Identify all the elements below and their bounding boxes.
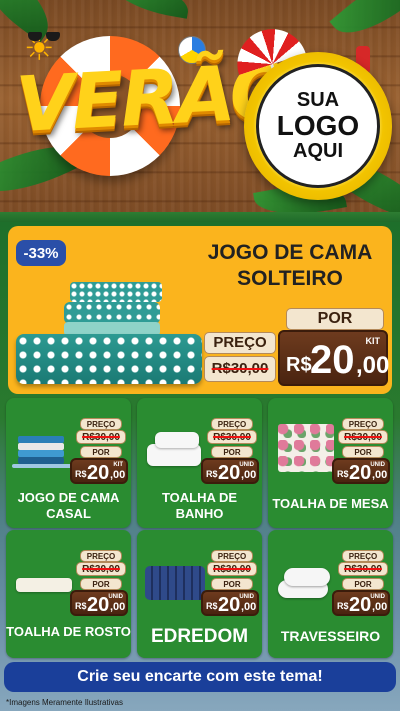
price-label: PREÇO xyxy=(211,418,253,430)
price-unit: UNID xyxy=(108,594,123,600)
product-card[interactable]: PREÇO R$30,00 POR R$ 20 ,00 UNID EDREDOM xyxy=(137,530,262,658)
por-label: POR xyxy=(211,578,253,590)
bed-sheets-icon xyxy=(12,418,72,468)
duvet-icon xyxy=(143,550,205,600)
price-unit: UNID xyxy=(239,594,254,600)
price-cents: ,00 xyxy=(110,469,126,481)
face-towel-icon xyxy=(12,550,72,600)
product-card[interactable]: PREÇO R$30,00 POR R$ 20 ,00 UNID TOALHA … xyxy=(137,398,262,528)
new-price: R$ 20 ,00 UNID xyxy=(70,590,128,616)
price-integer: 20 xyxy=(87,594,110,616)
logo-placeholder[interactable]: SUA LOGO AQUI xyxy=(256,64,380,188)
featured-product-title: JOGO DE CAMA SOLTEIRO xyxy=(207,241,373,291)
create-flyer-button[interactable]: Crie seu encarte com este tema! xyxy=(4,662,396,692)
sunglasses-icon xyxy=(28,32,62,42)
header-banner: ☀ VERÃO SUA LOGO AQUI xyxy=(0,0,400,218)
por-label: POR xyxy=(211,446,253,458)
old-price: R$30,00 xyxy=(76,430,126,444)
new-price: R$ 20 ,00 UNID xyxy=(201,458,259,484)
currency-symbol: R$ xyxy=(286,354,312,376)
price-cents: ,00 xyxy=(110,601,126,613)
price-label: PREÇO xyxy=(342,550,384,562)
old-price: R$30,00 xyxy=(76,562,126,576)
palm-leaf-icon xyxy=(108,0,192,19)
price-label: PREÇO xyxy=(342,418,384,430)
product-name: TRAVESSEIRO xyxy=(280,628,381,644)
product-card[interactable]: PREÇO R$30,00 POR R$ 20 ,00 KIT JOGO DE … xyxy=(6,398,131,528)
price-cents: ,00 xyxy=(241,601,257,613)
new-price: R$ 20 ,00 KIT xyxy=(70,458,128,484)
product-name: TOALHA DE ROSTO xyxy=(6,624,131,639)
price-unit: KIT xyxy=(113,462,123,468)
product-card[interactable]: PREÇO R$30,00 POR R$ 20 ,00 UNID TOALHA … xyxy=(268,398,393,528)
price-unit: UNID xyxy=(370,594,385,600)
price-unit: UNID xyxy=(370,462,385,468)
price-cents: ,00 xyxy=(372,601,388,613)
price-label: PREÇO xyxy=(80,550,122,562)
product-name: TOALHA DE MESA xyxy=(272,496,389,511)
disclaimer-footnote: *Imagens Meramente Ilustrativas xyxy=(6,698,123,707)
por-label: POR xyxy=(286,308,384,330)
price-cents: ,00 xyxy=(372,469,388,481)
new-price: R$ 20 ,00 UNID xyxy=(332,590,390,616)
currency-symbol: R$ xyxy=(337,469,349,479)
price-label: PREÇO xyxy=(204,332,276,354)
price-unit: KIT xyxy=(365,336,381,346)
featured-product-card[interactable]: -33% JOGO DE CAMA SOLTEIRO PREÇO R$30,00… xyxy=(8,226,392,394)
old-price: R$30,00 xyxy=(338,430,388,444)
price-integer: 20 xyxy=(310,338,355,382)
bed-sheets-icon xyxy=(16,276,206,386)
old-price: R$30,00 xyxy=(207,562,257,576)
por-label: POR xyxy=(80,446,122,458)
old-price: R$30,00 xyxy=(338,562,388,576)
por-label: POR xyxy=(80,578,122,590)
pillow-icon xyxy=(274,550,334,600)
logo-line-3: AQUI xyxy=(293,139,343,162)
currency-symbol: R$ xyxy=(75,469,87,479)
por-label: POR xyxy=(342,578,384,590)
price-integer: 20 xyxy=(218,594,241,616)
product-name: JOGO DE CAMA CASAL xyxy=(17,490,120,521)
palm-leaf-icon xyxy=(329,0,400,51)
price-unit: UNID xyxy=(239,462,254,468)
price-integer: 20 xyxy=(349,462,372,484)
product-name: EDREDOM xyxy=(150,626,249,647)
new-price: R$ 20 ,00 UNID xyxy=(201,590,259,616)
old-price: R$30,00 xyxy=(207,430,257,444)
product-card[interactable]: PREÇO R$30,00 POR R$ 20 ,00 UNID TOALHA … xyxy=(6,530,131,658)
por-label: POR xyxy=(342,446,384,458)
tablecloth-icon xyxy=(274,418,334,472)
new-price: R$ 20 ,00 UNID xyxy=(332,458,390,484)
currency-symbol: R$ xyxy=(337,601,349,611)
price-cents: ,00 xyxy=(356,352,390,379)
bath-towel-icon xyxy=(143,418,203,468)
price-cents: ,00 xyxy=(241,469,257,481)
price-label: PREÇO xyxy=(211,550,253,562)
price-integer: 20 xyxy=(349,594,372,616)
product-card[interactable]: PREÇO R$30,00 POR R$ 20 ,00 UNID TRAVESS… xyxy=(268,530,393,658)
product-name: TOALHA DE BANHO xyxy=(161,490,238,521)
price-integer: 20 xyxy=(218,462,241,484)
currency-symbol: R$ xyxy=(206,601,218,611)
discount-badge: -33% xyxy=(16,240,66,266)
logo-line-1: SUA xyxy=(296,89,340,112)
currency-symbol: R$ xyxy=(206,469,218,479)
new-price: R$ 20 ,00 KIT xyxy=(278,330,390,386)
old-price: R$30,00 xyxy=(204,356,276,382)
currency-symbol: R$ xyxy=(75,601,87,611)
grass-divider xyxy=(0,212,400,222)
price-label: PREÇO xyxy=(80,418,122,430)
logo-line-2: LOGO xyxy=(276,110,360,142)
price-integer: 20 xyxy=(87,462,110,484)
